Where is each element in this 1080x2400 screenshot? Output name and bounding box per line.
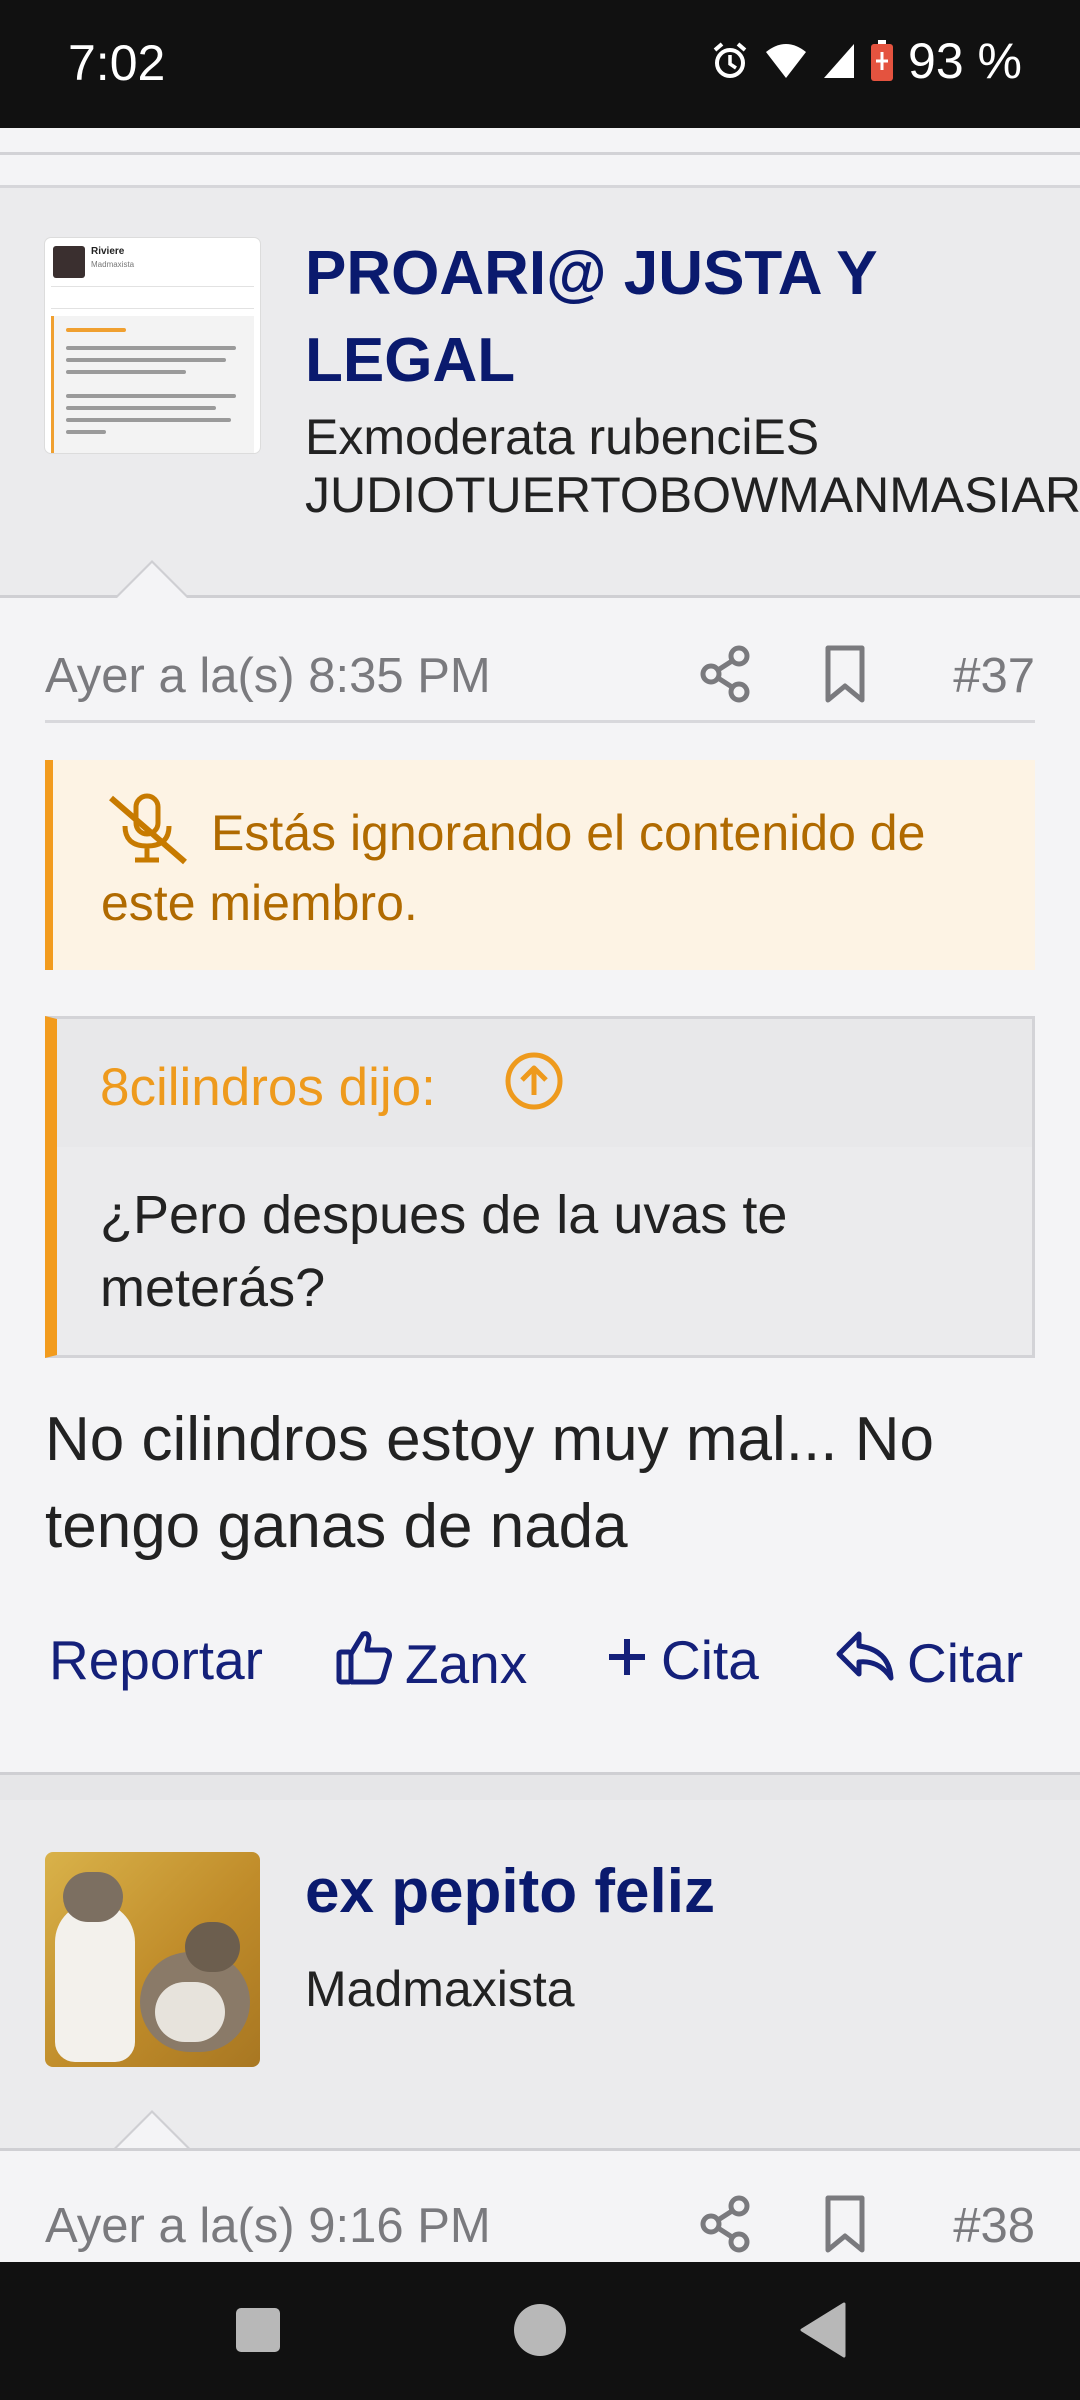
report-label: Reportar — [49, 1629, 263, 1691]
arrow-up-circle-icon[interactable] — [502, 1049, 566, 1118]
username-line: PROARI@ JUSTA Y — [305, 239, 878, 308]
avatar-mini-role: Madmaxista — [91, 260, 135, 269]
reply-icon — [835, 1628, 895, 1697]
quote-block: 8cilindros dijo: ¿Pero despues de la uva… — [45, 1016, 1035, 1358]
post-date[interactable]: Ayer a la(s) 8:35 PM — [45, 648, 491, 704]
reply-button[interactable]: Citar — [835, 1628, 1023, 1697]
multiquote-button[interactable]: Cita — [605, 1628, 759, 1692]
home-button[interactable] — [512, 2302, 568, 2363]
thumbs-up-icon — [335, 1628, 393, 1699]
thread-content[interactable]: Riviere Madmaxista PROARI@ JUSTA Y LEGAL… — [0, 128, 1080, 2262]
avatar-mini-divider — [51, 286, 254, 287]
wifi-icon — [764, 42, 808, 80]
user-title-line: Exmoderata rubenciES — [305, 409, 820, 465]
post-number[interactable]: #38 — [953, 2198, 1035, 2254]
status-time: 7:02 — [68, 35, 166, 91]
back-button[interactable] — [798, 2302, 848, 2363]
reply-label: Citar — [907, 1631, 1024, 1694]
signal-icon — [822, 42, 856, 80]
share-icon[interactable] — [695, 2192, 755, 2262]
like-button[interactable]: Zanx — [335, 1628, 527, 1699]
username[interactable]: PROARI@ JUSTA Y LEGAL — [305, 230, 878, 404]
plus-icon — [605, 1628, 649, 1692]
post-meta: Ayer a la(s) 8:35 PM #37 — [45, 645, 1035, 723]
top-divider — [0, 128, 1080, 155]
navigation-bar — [0, 2262, 1080, 2400]
user-title: Madmaxista — [305, 1961, 575, 2017]
ignore-notice-text: Estás ignorando el contenido de este mie… — [101, 805, 926, 931]
status-icons: 93 % — [710, 32, 1022, 90]
username[interactable]: ex pepito feliz — [305, 1848, 715, 1935]
alarm-icon — [710, 41, 750, 81]
ignore-notice: Estás ignorando el contenido de este mie… — [45, 760, 1035, 970]
avatar-mini-name: Riviere — [91, 246, 125, 257]
avatar-mini-quote — [51, 316, 254, 453]
post-separator — [0, 1772, 1080, 1803]
post-body: No cilindros estoy muy mal... No tengo g… — [45, 1405, 934, 1561]
user-title: Exmoderata rubenciES JUDIOTUERTOBOWMANMA… — [305, 408, 1080, 524]
battery-percent: 93 % — [908, 33, 1022, 89]
multiquote-label: Cita — [661, 1629, 759, 1691]
share-icon[interactable] — [695, 642, 755, 718]
bookmark-icon[interactable] — [820, 642, 870, 718]
avatar-mini-picture — [53, 246, 85, 278]
quote-author[interactable]: 8cilindros dijo: — [100, 1057, 436, 1118]
report-button[interactable]: Reportar — [49, 1628, 263, 1692]
like-label: Zanx — [405, 1632, 528, 1695]
bookmark-icon[interactable] — [820, 2192, 870, 2262]
header-notch — [114, 560, 190, 598]
quote-text: ¿Pero despues de la uvas te meterás? — [100, 1185, 788, 1318]
post-actions: Reportar Zanx Cita Citar — [45, 1628, 1035, 1708]
post-meta: Ayer a la(s) 9:16 PM #38 — [45, 2195, 1035, 2262]
status-bar: 7:02 93 % — [0, 0, 1080, 128]
battery-icon — [870, 40, 894, 82]
post-user-header: Riviere Madmaxista PROARI@ JUSTA Y LEGAL… — [0, 185, 1080, 598]
avatar-mini-divider — [51, 308, 254, 309]
post-number[interactable]: #37 — [953, 648, 1035, 704]
post-date[interactable]: Ayer a la(s) 9:16 PM — [45, 2198, 491, 2254]
avatar[interactable] — [45, 1852, 260, 2067]
avatar[interactable]: Riviere Madmaxista — [45, 238, 260, 453]
user-title-line: JUDIOTUERTOBOWMANMASIAR — [305, 467, 1080, 523]
recents-button[interactable] — [234, 2306, 282, 2359]
username-line: LEGAL — [305, 326, 516, 395]
header-notch — [114, 2110, 190, 2148]
